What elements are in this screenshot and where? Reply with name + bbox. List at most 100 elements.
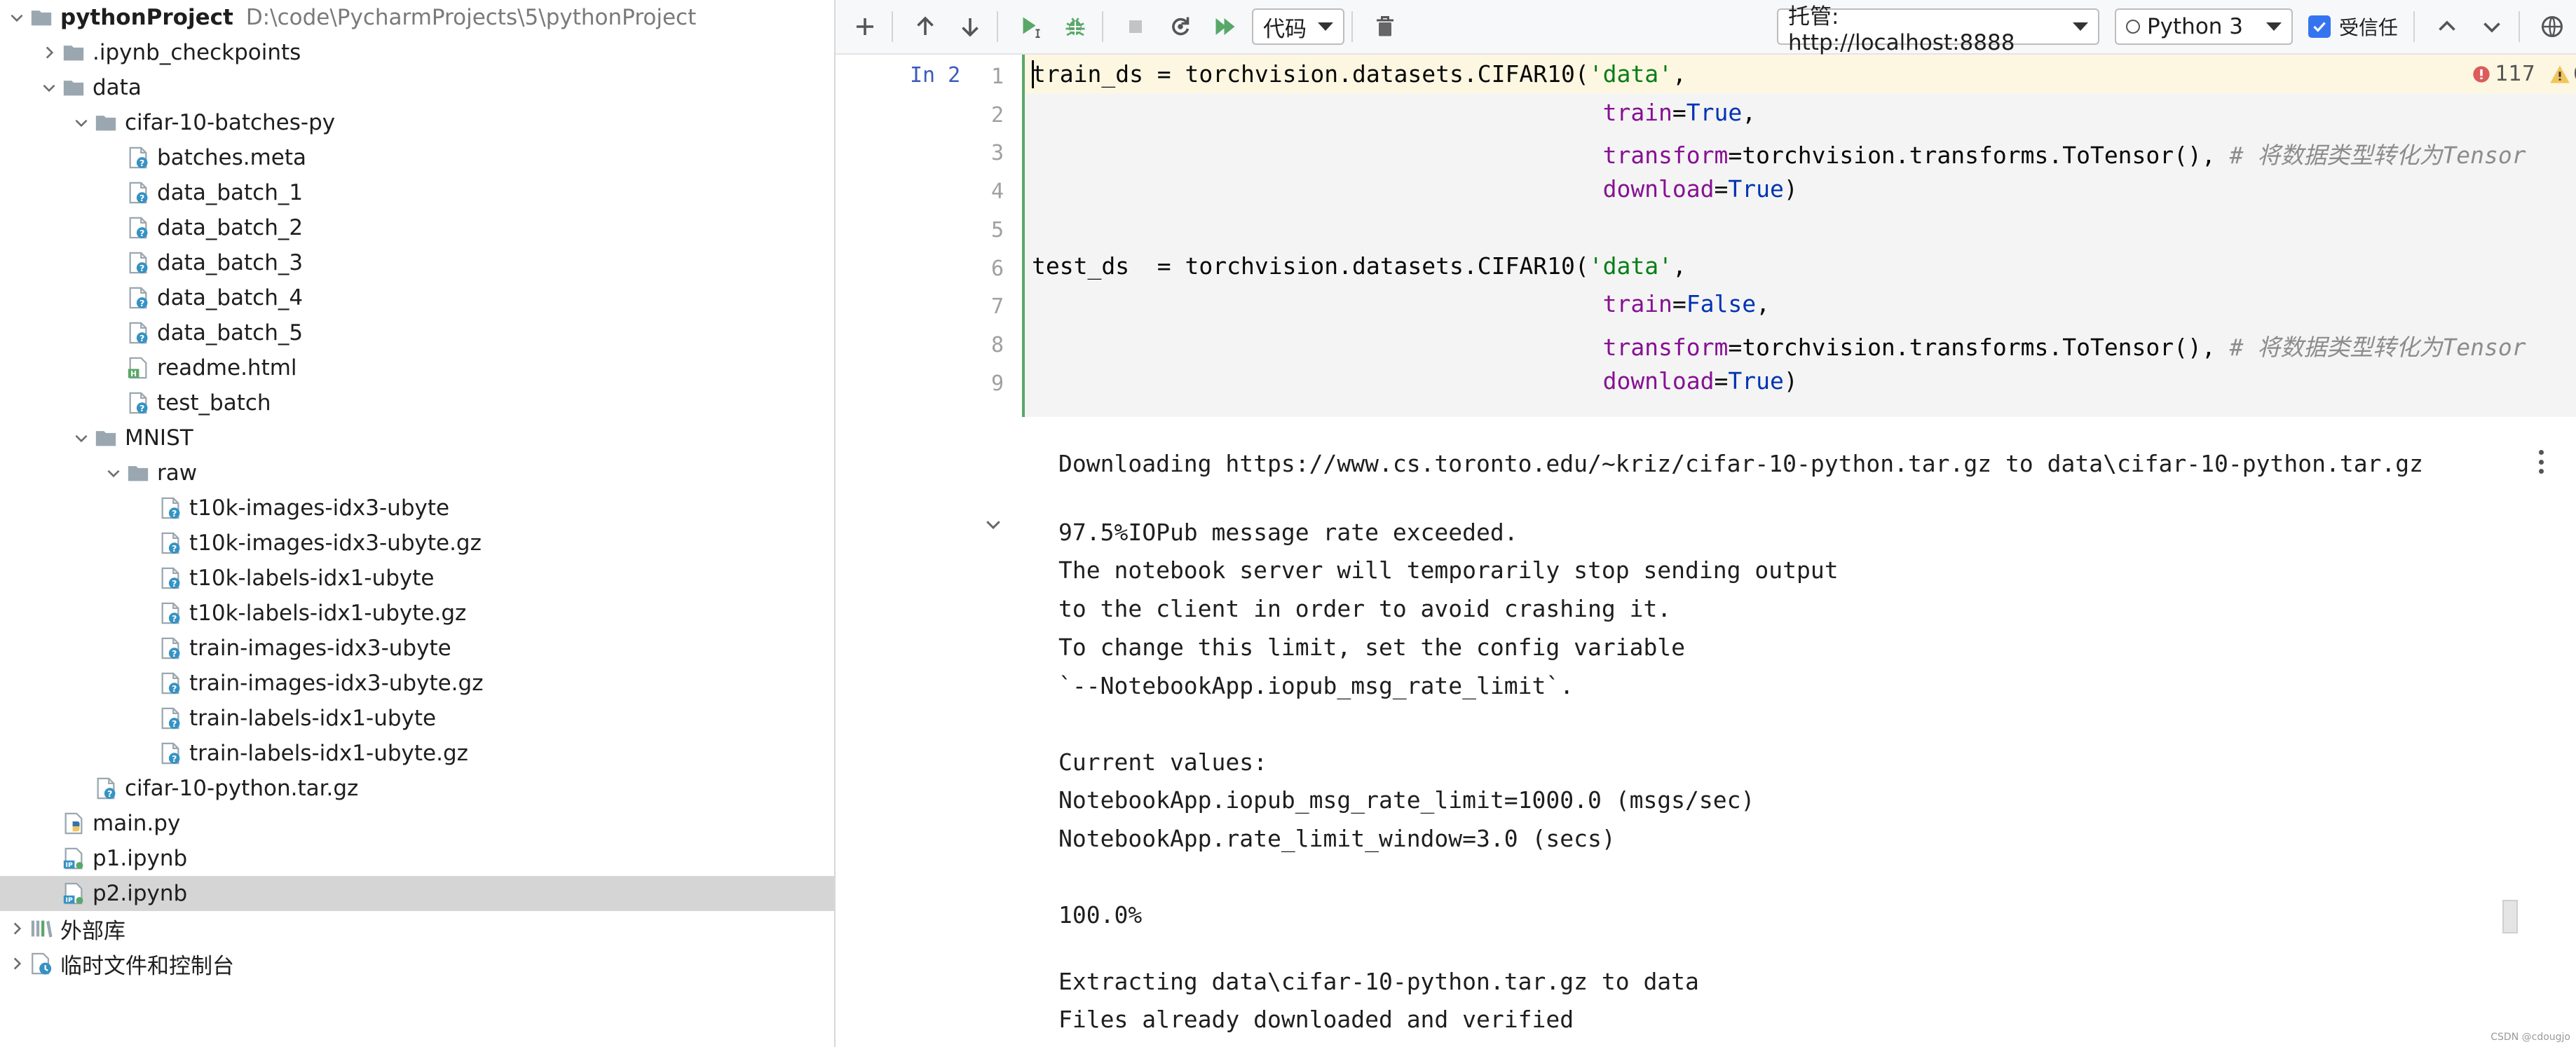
line-number: 9 — [990, 371, 1004, 396]
chevron-right-icon[interactable] — [4, 911, 29, 946]
server-select[interactable]: 托管: http://localhost:8888 — [1776, 4, 2099, 55]
svg-text:?: ? — [139, 158, 144, 169]
warning-icon — [2550, 65, 2570, 83]
restart-kernel-button[interactable] — [1161, 7, 1200, 46]
tree-item[interactable]: ? data_batch_4 — [0, 280, 834, 315]
next-cell-button[interactable] — [2472, 7, 2512, 46]
code-cell[interactable]: train_ds = torchvision.datasets.CIFAR10(… — [1025, 55, 2576, 417]
tree-item-label: 外部库 — [60, 918, 125, 944]
chevron-down-icon[interactable] — [4, 0, 29, 35]
checkbox-checked-icon — [2308, 15, 2331, 38]
restart-icon — [1172, 17, 1190, 36]
tree-item-label: readme.html — [157, 355, 297, 381]
code-line: train_ds = torchvision.datasets.CIFAR10(… — [1032, 60, 1686, 88]
tree-item[interactable]: ? cifar-10-python.tar.gz — [0, 771, 834, 806]
code-token: = — [1672, 290, 1686, 318]
svg-text:?: ? — [172, 579, 177, 589]
tree-item[interactable]: ? test_batch — [0, 385, 834, 420]
move-cell-down-button[interactable] — [950, 7, 990, 46]
tree-item-label: MNIST — [125, 425, 193, 451]
svg-text:IP: IP — [66, 896, 73, 904]
delete-cell-button[interactable] — [1365, 7, 1405, 46]
globe-icon — [2542, 16, 2563, 37]
tree-item[interactable]: ? data_batch_1 — [0, 175, 834, 210]
unknown-file-icon: ? — [126, 391, 150, 415]
library-icon — [29, 917, 53, 940]
toolbar-separator — [1351, 11, 1353, 42]
tree-item[interactable]: 临时文件和控制台 — [0, 946, 834, 981]
tree-item[interactable]: ? data_batch_2 — [0, 210, 834, 245]
tree-item-label: t10k-images-idx3-ubyte.gz — [189, 531, 482, 556]
code-token: train_ds = torchvision.datasets.CIFAR10( — [1032, 60, 1589, 88]
code-token: transform — [1602, 333, 1729, 361]
tree-item[interactable]: 外部库 — [0, 911, 834, 946]
add-cell-button[interactable] — [845, 7, 885, 46]
html-file-icon: H — [126, 356, 150, 380]
code-token: download — [1602, 175, 1715, 203]
line-number: 7 — [990, 294, 1004, 320]
inspection-widget[interactable]: 117 6 3 — [2472, 62, 2576, 86]
chevron-right-icon[interactable] — [4, 946, 29, 981]
tree-item[interactable]: data — [0, 70, 834, 105]
chevron-down-icon[interactable] — [101, 456, 126, 491]
chevron-down-icon[interactable] — [69, 105, 94, 140]
open-in-browser-button[interactable] — [2533, 7, 2572, 46]
folder-icon — [62, 76, 86, 100]
tree-item[interactable]: Hreadme.html — [0, 350, 834, 385]
tree-item[interactable]: main.py — [0, 806, 834, 841]
previous-cell-button[interactable] — [2427, 7, 2467, 46]
tree-item[interactable]: ? train-labels-idx1-ubyte — [0, 701, 834, 736]
trusted-toggle[interactable]: 受信任 — [2308, 13, 2398, 41]
tree-item[interactable]: ? t10k-images-idx3-ubyte — [0, 491, 834, 526]
tree-item[interactable]: ? data_batch_5 — [0, 315, 834, 350]
toolbar-separator — [2519, 11, 2520, 42]
tree-item[interactable]: pythonProject D:\code\PycharmProjects\5\p… — [0, 0, 834, 35]
svg-text:?: ? — [172, 754, 177, 765]
tree-item[interactable]: raw — [0, 456, 834, 491]
run-all-button[interactable] — [1206, 7, 1245, 46]
tree-item[interactable]: IP p1.ipynb — [0, 841, 834, 876]
chevron-up-icon — [2439, 20, 2455, 31]
tree-item[interactable]: ? data_batch_3 — [0, 245, 834, 280]
output-menu-icon[interactable] — [2539, 450, 2544, 474]
code-line: transform=torchvision.transforms.ToTenso… — [1032, 329, 2526, 362]
code-token: False — [1686, 290, 1757, 318]
run-cell-button[interactable] — [1011, 7, 1050, 46]
output-scrollbar[interactable] — [2502, 900, 2518, 933]
chevron-right-icon[interactable] — [36, 35, 62, 70]
svg-text:?: ? — [139, 299, 144, 309]
kernel-select[interactable]: Python 3 — [2114, 8, 2293, 45]
output-line: to the client in order to avoid crashing… — [1058, 595, 1672, 622]
chevron-down-icon[interactable] — [36, 70, 62, 105]
tree-item[interactable]: IP p2.ipynb — [0, 876, 834, 911]
collapse-output-icon[interactable] — [983, 514, 1004, 535]
tree-item[interactable]: ? train-images-idx3-ubyte — [0, 631, 834, 666]
tree-item[interactable]: ? train-labels-idx1-ubyte.gz — [0, 736, 834, 771]
tree-item[interactable]: ? t10k-labels-idx1-ubyte — [0, 561, 834, 596]
move-cell-up-button[interactable] — [906, 7, 945, 46]
code-token: transform — [1602, 142, 1729, 170]
tree-item[interactable]: cifar-10-batches-py — [0, 105, 834, 140]
interrupt-kernel-button[interactable] — [1116, 7, 1155, 46]
tree-item[interactable]: ? t10k-labels-idx1-ubyte.gz — [0, 596, 834, 631]
debug-cell-button[interactable] — [1056, 7, 1095, 46]
tree-item[interactable]: ? t10k-images-idx3-ubyte.gz — [0, 526, 834, 561]
chevron-down-icon[interactable] — [69, 420, 94, 456]
cell-type-select[interactable]: 代码 — [1252, 8, 1344, 45]
svg-text:?: ? — [172, 684, 177, 694]
tree-item[interactable]: ? train-images-idx3-ubyte.gz — [0, 666, 834, 701]
line-number: 4 — [990, 179, 1004, 205]
chevron-down-icon — [2483, 22, 2500, 33]
tree-item[interactable]: .ipynb_checkpoints — [0, 35, 834, 70]
tree-item[interactable]: ? batches.meta — [0, 140, 834, 175]
warning-count-value: 6 — [2573, 62, 2576, 86]
tree-item[interactable]: MNIST — [0, 420, 834, 456]
chevron-down-icon — [2072, 22, 2088, 31]
bug-icon — [1065, 18, 1085, 36]
tree-item-label: data_batch_5 — [157, 320, 304, 345]
